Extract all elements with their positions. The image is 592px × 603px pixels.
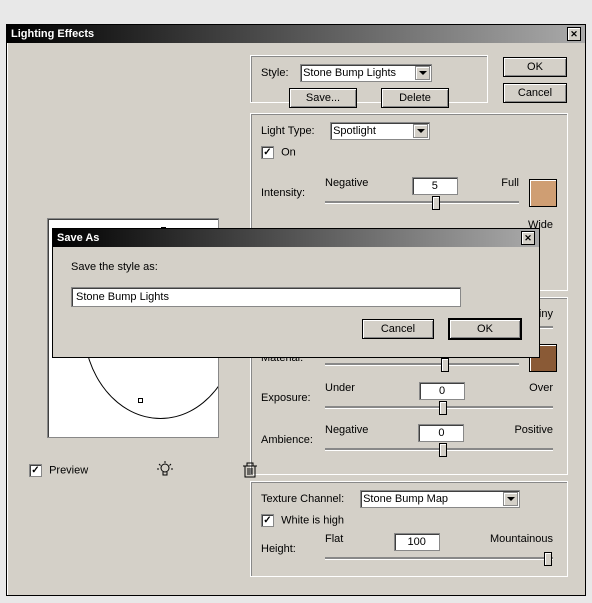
intensity-right: Full	[501, 177, 519, 195]
light-type-select[interactable]: Spotlight	[330, 122, 430, 140]
white-high-checkbox[interactable]	[261, 514, 274, 527]
chevron-down-icon	[503, 492, 518, 506]
preview-checkbox[interactable]	[29, 464, 42, 477]
preview-controls: Preview	[29, 461, 259, 479]
preview-label: Preview	[49, 464, 88, 476]
ambience-value[interactable]: 0	[418, 424, 464, 442]
texture-group: Texture Channel: Stone Bump Map White is…	[250, 481, 568, 577]
saveas-title: Save As	[57, 232, 99, 244]
texture-select[interactable]: Stone Bump Map	[360, 490, 520, 508]
light-color-swatch[interactable]	[529, 179, 557, 207]
intensity-label: Intensity:	[261, 187, 321, 199]
window-title: Lighting Effects	[11, 28, 94, 40]
exposure-label: Exposure:	[261, 392, 321, 404]
chevron-down-icon	[415, 66, 430, 80]
saveas-ok-button[interactable]: OK	[449, 319, 521, 339]
style-group: Style: Stone Bump Lights Save... Delete	[250, 55, 488, 103]
height-label: Height:	[261, 543, 321, 555]
intensity-slider[interactable]	[325, 201, 519, 203]
style-label: Style:	[261, 67, 297, 79]
light-type-value: Spotlight	[333, 125, 376, 137]
dialog-buttons: OK Cancel	[503, 57, 567, 103]
saveas-prompt: Save the style as:	[71, 261, 521, 273]
white-high-label: White is high	[281, 514, 344, 526]
intensity-value[interactable]: 5	[412, 177, 458, 195]
save-button[interactable]: Save...	[289, 88, 357, 108]
close-icon[interactable]: ✕	[567, 27, 581, 41]
exposure-value[interactable]: 0	[419, 382, 465, 400]
height-right: Mountainous	[490, 533, 553, 551]
style-name-value: Stone Bump Lights	[76, 291, 169, 303]
trash-icon[interactable]	[241, 461, 259, 479]
lightbulb-icon[interactable]	[156, 461, 174, 479]
ambience-slider[interactable]	[325, 448, 553, 450]
style-select[interactable]: Stone Bump Lights	[300, 64, 432, 82]
chevron-down-icon	[413, 124, 428, 138]
material-slider[interactable]	[325, 363, 519, 365]
texture-label: Texture Channel:	[261, 493, 357, 505]
height-value[interactable]: 100	[394, 533, 440, 551]
saveas-cancel-button[interactable]: Cancel	[362, 319, 434, 339]
saveas-titlebar: Save As ✕	[53, 229, 539, 247]
titlebar: Lighting Effects ✕	[7, 25, 585, 43]
ambience-right: Positive	[514, 424, 553, 442]
delete-button[interactable]: Delete	[381, 88, 449, 108]
light-type-label: Light Type:	[261, 125, 327, 137]
save-as-dialog: Save As ✕ Save the style as: Stone Bump …	[52, 228, 540, 358]
height-left: Flat	[325, 533, 343, 551]
cancel-button[interactable]: Cancel	[503, 83, 567, 103]
exposure-slider[interactable]	[325, 406, 553, 408]
on-label: On	[281, 146, 296, 158]
exposure-left: Under	[325, 382, 355, 400]
style-select-value: Stone Bump Lights	[303, 67, 396, 79]
ambience-left: Negative	[325, 424, 368, 442]
ambience-label: Ambience:	[261, 434, 321, 446]
intensity-left: Negative	[325, 177, 368, 195]
texture-value: Stone Bump Map	[363, 493, 448, 505]
exposure-right: Over	[529, 382, 553, 400]
on-checkbox[interactable]	[261, 146, 274, 159]
ok-button[interactable]: OK	[503, 57, 567, 77]
close-icon[interactable]: ✕	[521, 231, 535, 245]
height-slider[interactable]	[325, 557, 553, 559]
style-name-input[interactable]: Stone Bump Lights	[71, 287, 461, 307]
